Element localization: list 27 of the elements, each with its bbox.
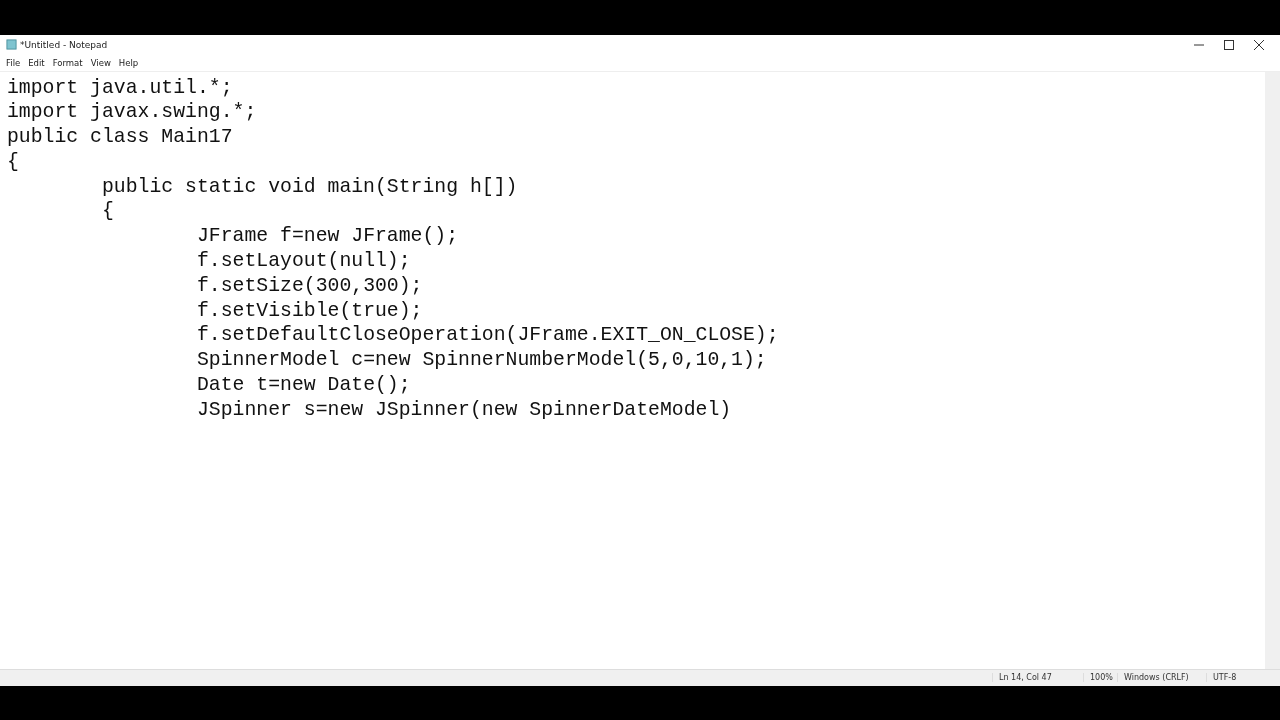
menu-item[interactable]: View xyxy=(86,56,115,69)
status-item: 100% xyxy=(1083,673,1117,682)
code-line: SpinnerModel c=new SpinnerNumberModel(5,0,10,1); xyxy=(195,348,767,374)
code-line: f.setLayout(null); xyxy=(195,249,411,274)
maximize-icon[interactable] xyxy=(1224,39,1234,50)
code-line: JSpinner s=new JSpinner(new SpinnerDateModel) xyxy=(195,397,732,423)
notepad-icon xyxy=(6,39,17,50)
code-line: import javax.swing.*; xyxy=(7,100,257,126)
code-line: f.setSize(300,300); xyxy=(195,273,423,299)
status-item: Windows (CRLF) xyxy=(1117,673,1206,682)
code-line: import java.util.*; xyxy=(7,75,233,101)
code-line: f.setVisible(true); xyxy=(195,298,423,324)
menu-item[interactable]: Format xyxy=(48,56,87,69)
code-line: { xyxy=(7,149,19,175)
code-line: f.setDefaultCloseOperation(JFrame.EXIT_ON_CLOSE); xyxy=(195,323,779,349)
menu-item[interactable]: Help xyxy=(114,56,143,69)
code-line: Date t=new Date(); xyxy=(195,373,411,398)
code-line: public class Main17 xyxy=(7,125,233,150)
status-item: Ln 14, Col 47 xyxy=(992,673,1083,682)
code-line: public static void main(String h[]) xyxy=(100,174,518,200)
menu-item[interactable]: File xyxy=(2,56,25,69)
close-icon[interactable] xyxy=(1254,39,1264,50)
window-title: *Untitled - Notepad xyxy=(20,39,109,50)
menu-item[interactable]: Edit xyxy=(24,56,49,69)
code-line: JFrame f=new JFrame(); xyxy=(195,224,459,250)
status-item: UTF-8 xyxy=(1206,673,1270,682)
code-line: { xyxy=(100,199,114,225)
